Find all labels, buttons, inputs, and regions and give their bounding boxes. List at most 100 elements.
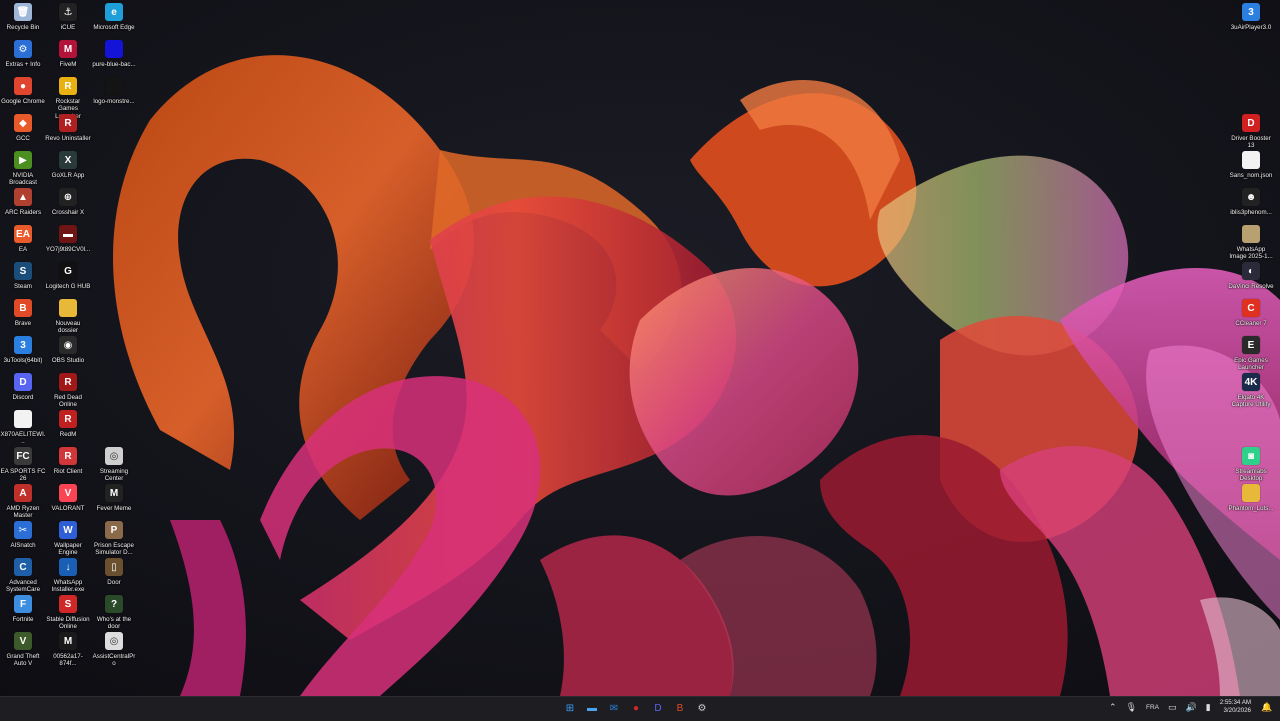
discord-icon[interactable]: D xyxy=(650,700,666,716)
desktop-icon[interactable]: G Logitech G HUB xyxy=(45,259,91,290)
desktop-icon[interactable]: ? Who's at the door xyxy=(91,592,137,631)
desktop-icon[interactable]: E Epic Games Launcher xyxy=(1228,333,1274,372)
desktop-icon[interactable]: S Stable Diffusion Online xyxy=(45,592,91,631)
desktop-icon[interactable]: B Brave xyxy=(0,296,46,327)
desktop-icon[interactable]: ↓ WhatsApp Installer.exe xyxy=(45,555,91,594)
desktop-icon-label: Phantom_Luts... xyxy=(1228,505,1274,512)
desktop-icon[interactable]: R Red Dead Online xyxy=(45,370,91,409)
brave-icon: B xyxy=(14,299,32,317)
video-icon: ▬ xyxy=(59,225,77,243)
streamlabs-icon: ◙ xyxy=(1242,447,1260,465)
microphone-icon[interactable]: 🎙 xyxy=(1126,702,1137,713)
windows-start-icon[interactable]: ⊞ xyxy=(562,700,578,716)
desktop-icon[interactable]: Phantom_Luts... xyxy=(1228,481,1274,512)
desktop-icon-label: Brave xyxy=(14,320,32,327)
desktop-icon-label: Recycle Bin xyxy=(6,24,40,31)
recording-app-icon[interactable]: ● xyxy=(628,700,644,716)
desktop-icon[interactable]: ☻ iblis3phenom... xyxy=(1228,185,1274,216)
desktop-icon[interactable]: 3 3uAirPlayer3.0 xyxy=(1228,0,1274,31)
ea-icon: EA xyxy=(14,225,32,243)
desktop-icon[interactable]: ▬ YO7j9t89CV0l... xyxy=(45,222,91,253)
desktop-icon[interactable]: Nouveau dossier xyxy=(45,296,91,335)
desktop-icon-label: Discord xyxy=(12,394,34,401)
clock[interactable]: 2:55:34 AM 3/20/2026 xyxy=(1220,699,1251,715)
discord-icon: D xyxy=(14,373,32,391)
volume-icon[interactable]: 🔊 xyxy=(1186,702,1197,713)
desktop-icon[interactable]: S Steam xyxy=(0,259,46,290)
desktop-icon[interactable]: Sans_nom.json xyxy=(1228,148,1274,179)
desktop-icon[interactable]: R Revo Uninstaller xyxy=(45,111,91,142)
brave-icon[interactable]: B xyxy=(672,700,688,716)
desktop-icon[interactable]: A AMD Ryzen Master xyxy=(0,481,46,520)
desktop-icon-label: Grand Theft Auto V xyxy=(6,653,40,668)
ea-fc-icon: FC xyxy=(14,447,32,465)
desktop-icon[interactable]: M 00562a17-874f... xyxy=(45,629,91,668)
desktop-icon[interactable]: ◎ AssistCentralPro xyxy=(91,629,137,668)
desktop-icon[interactable]: D Driver Booster 13 xyxy=(1228,111,1274,150)
mail-icon[interactable]: ✉ xyxy=(606,700,622,716)
desktop-icon[interactable]: ▶ NVIDIA Broadcast xyxy=(0,148,46,187)
desktop-icon[interactable]: W Wallpaper Engine xyxy=(45,518,91,557)
desktop-icon-label: pure-blue-bac... xyxy=(92,61,136,68)
crosshair-icon: ⊕ xyxy=(59,188,77,206)
desktop-icon[interactable]: X870AELITEWI... xyxy=(0,407,46,446)
desktop-icon[interactable]: ◆ GCC xyxy=(0,111,46,142)
desktop-icon-label: logo-monstre... xyxy=(93,98,135,105)
desktop-icon[interactable]: EA EA xyxy=(0,222,46,253)
edge-icon: e xyxy=(105,3,123,21)
desktop-icon[interactable]: ◎ Streaming Center xyxy=(91,444,137,483)
desktop-icon-label: Door xyxy=(107,579,121,586)
desktop-icon[interactable]: ◉ OBS Studio xyxy=(45,333,91,364)
desktop-icon[interactable]: 3 3uTools(64bit) xyxy=(0,333,46,364)
battery-icon[interactable]: ▮ xyxy=(1206,702,1211,713)
prison-escape-icon: P xyxy=(105,521,123,539)
desktop-icon[interactable]: logo-monstre... xyxy=(91,74,137,105)
desktop-icon[interactable]: FC EA SPORTS FC 26 xyxy=(0,444,46,483)
desktop-icon[interactable]: M Fever Meme xyxy=(91,481,137,512)
desktop-icon[interactable]: C CCleaner 7 xyxy=(1228,296,1274,327)
desktop-wallpaper xyxy=(0,0,1280,696)
steam-icon: S xyxy=(14,262,32,280)
desktop-icon-label: Logitech G HUB xyxy=(45,283,91,290)
desktop-icon[interactable]: ◙ Streamlabs Desktop xyxy=(1228,444,1274,483)
notification-bell-icon[interactable]: 🔔 xyxy=(1260,700,1274,714)
elgato-icon: 4K xyxy=(1242,373,1260,391)
desktop-icon[interactable]: WhatsApp Image 2025-1... xyxy=(1228,222,1274,261)
chevron-up-icon[interactable]: ⌃ xyxy=(1109,702,1117,713)
desktop-icon[interactable]: C Advanced SystemCare xyxy=(0,555,46,594)
recycle-bin-icon: 🗑 xyxy=(14,3,32,21)
desktop-icon[interactable]: R RedM xyxy=(45,407,91,438)
document-icon xyxy=(14,410,32,428)
fever-meme-icon: M xyxy=(105,484,123,502)
language-indicator[interactable]: FRA xyxy=(1146,704,1159,711)
desktop-icon[interactable]: X GoXLR App xyxy=(45,148,91,179)
desktop-icon-label: FiveM xyxy=(59,61,77,68)
desktop-icon[interactable]: e Microsoft Edge xyxy=(91,0,137,31)
taskbar: ⊞ ▬ ✉ ● D B ⚙ ⌃ 🎙 FRA ▭ 🔊 ▮ 2:55:34 AM 3/20/20… xyxy=(0,696,1280,721)
desktop-icon[interactable]: V Grand Theft Auto V xyxy=(0,629,46,668)
desktop-icon[interactable]: pure-blue-bac... xyxy=(91,37,137,68)
desktop-icon[interactable]: ✂ AISnatch xyxy=(0,518,46,549)
desktop-icon[interactable]: ⊕ Crosshair X xyxy=(45,185,91,216)
desktop-icon[interactable]: ⚙ Extras + Info xyxy=(0,37,46,68)
desktop-icon[interactable]: M FiveM xyxy=(45,37,91,68)
desktop-icon[interactable]: ▯ Door xyxy=(91,555,137,586)
file-explorer-icon[interactable]: ▬ xyxy=(584,700,600,716)
desktop-icon[interactable]: F Fortnite xyxy=(0,592,46,623)
desktop-icon[interactable]: V VALORANT xyxy=(45,481,91,512)
desktop-icon[interactable]: ● Google Chrome xyxy=(0,74,46,105)
desktop-icon[interactable]: 🗑 Recycle Bin xyxy=(0,0,46,31)
desktop-icon[interactable]: P Prison Escape Simulator D... xyxy=(91,518,137,557)
desktop-icon[interactable]: ⚓ iCUE xyxy=(45,0,91,31)
desktop-icon[interactable]: R Riot Client xyxy=(45,444,91,475)
desktop-icon[interactable]: D Discord xyxy=(0,370,46,401)
desktop-icon[interactable]: ◐ DaVinci Resolve xyxy=(1228,259,1274,290)
desktop-icon[interactable]: ▲ ARC Raiders xyxy=(0,185,46,216)
door-icon: ▯ xyxy=(105,558,123,576)
settings-icon[interactable]: ⚙ xyxy=(694,700,710,716)
desktop-icon-label: YO7j9t89CV0l... xyxy=(45,246,91,253)
assistcentral-icon: ◎ xyxy=(105,632,123,650)
network-icon[interactable]: ▭ xyxy=(1168,702,1177,713)
desktop-icon[interactable]: 4K Elgato 4K Capture Utility xyxy=(1228,370,1274,409)
desktop-icon-label: 3uAirPlayer3.0 xyxy=(1230,24,1272,31)
